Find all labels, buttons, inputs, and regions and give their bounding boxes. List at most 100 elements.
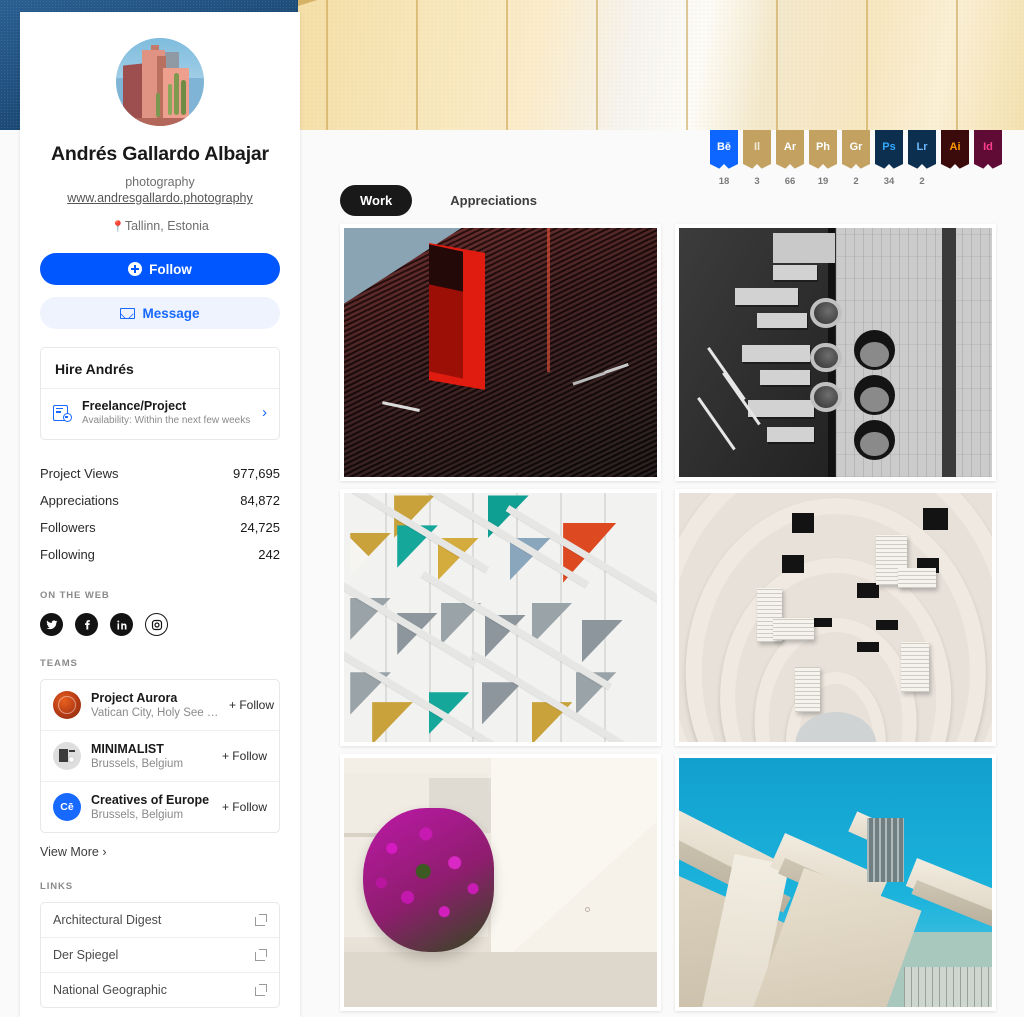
stat-label: Following [40,547,95,562]
hire-card: Hire Andrés Freelance/Project Availabili… [40,347,280,440]
ribbon-indesign[interactable]: Id [974,130,1002,192]
team-row[interactable]: Cē Creatives of Europe Brussels, Belgium… [41,782,279,832]
ribbon-illustrator[interactable]: Ai [941,130,969,192]
ribbon-count: 18 [718,176,730,187]
project-thumbnail [344,758,657,1007]
project-card-red-window-striped-facade[interactable] [340,224,661,481]
team-row[interactable]: Project Aurora Vatican City, Holy See (V… [41,680,279,731]
stat-value: 977,695 [233,466,280,481]
stat-label: Followers [40,520,96,535]
twitter-icon[interactable] [40,613,63,636]
external-link-icon [255,949,267,961]
instagram-icon[interactable] [145,613,168,636]
team-follow-button[interactable]: + Follow [222,800,267,814]
team-location: Vatican City, Holy See (V... [91,707,219,719]
ribbon-abbr: Ps [882,141,896,153]
ribbon-abbr: Lr [916,141,928,153]
ribbon-architecture[interactable]: Ar 66 [776,130,804,192]
facebook-icon[interactable] [75,613,98,636]
link-label: National Geographic [53,983,167,997]
team-avatar: Cē [53,793,81,821]
on-the-web-label: On the Web [40,590,110,601]
message-button-label: Message [142,305,200,321]
team-follow-button[interactable]: + Follow [229,698,274,712]
team-name: Creatives of Europe [91,793,210,807]
ribbon-photoshop[interactable]: Ps 34 [875,130,903,192]
ribbon-photography[interactable]: Ph 19 [809,130,837,192]
stat-value: 24,725 [240,520,280,535]
profile-sidebar: Andrés Gallardo Albajar photography www.… [20,12,300,1017]
hire-item-subtitle: Availability: Within the next few weeks [82,415,251,426]
project-grid [340,224,1000,1011]
view-more-label: View More [40,845,99,859]
links-label: Links [40,881,73,892]
stat-row: Following 242 [40,541,280,568]
team-location: Brussels, Belgium [91,809,184,821]
ribbon-abbr: Bē [716,141,732,153]
message-button[interactable]: Message [40,297,280,329]
project-card-brutalist-portholes-bw[interactable] [675,224,996,481]
team-row[interactable]: MINIMALIST Brussels, Belgium + Follow [41,731,279,782]
link-row[interactable]: Der Spiegel [41,938,279,973]
main-content: Bē 18 Il 3 Ar 66 Ph 19 Gr 2 Ps 34 Lr 2 A… [310,130,1024,1017]
ribbon-lightroom[interactable]: Lr 2 [908,130,936,192]
chevron-right-icon: › [262,404,267,421]
profile-website-link[interactable]: www.andresgallardo.photography [40,191,280,205]
external-link-icon [255,984,267,996]
profile-location-text: Tallinn, Estonia [124,219,209,233]
project-card-angular-travertine-roof-blue-sky[interactable] [675,754,996,1011]
tab-appreciations[interactable]: Appreciations [430,185,557,216]
teams-list: Project Aurora Vatican City, Holy See (V… [40,679,280,833]
stat-label: Project Views [40,466,119,481]
ribbon-count: 2 [919,176,925,187]
link-row[interactable]: Architectural Digest [41,903,279,938]
external-link-icon [255,914,267,926]
hire-freelance-row[interactable]: Freelance/Project Availability: Within t… [41,388,279,439]
team-name: MINIMALIST [91,742,164,756]
ribbon-abbr: Ph [815,141,831,153]
ribbon-abbr: Il [753,141,761,153]
ribbon-abbr: Ai [949,141,961,153]
ribbon-illustrator-legacy[interactable]: Il 3 [743,130,771,192]
team-avatar [53,742,81,770]
follow-button[interactable]: Follow [40,253,280,285]
hire-heading: Hire Andrés [55,361,134,377]
tab-work[interactable]: Work [340,185,413,216]
ribbon-count: 2 [853,176,859,187]
ribbon-abbr: Id [983,141,993,153]
team-avatar [53,691,81,719]
team-name: Project Aurora [91,691,178,705]
envelope-icon [120,307,136,319]
stat-value: 84,872 [240,493,280,508]
links-list: Architectural Digest Der Spiegel Nationa… [40,902,280,1008]
avatar[interactable] [116,38,204,126]
stat-row: Followers 24,725 [40,514,280,541]
stat-label: Appreciations [40,493,119,508]
team-follow-button[interactable]: + Follow [222,749,267,763]
team-location: Brussels, Belgium [91,758,184,770]
ribbon-count: 34 [883,176,895,187]
page-title: Andrés Gallardo Albajar [51,143,269,165]
stat-row: Project Views 977,695 [40,460,280,487]
banner-architecture-image [298,0,1024,130]
content-tabs: Work Appreciations [340,185,557,216]
link-row[interactable]: National Geographic [41,973,279,1007]
ribbon-abbr: Ar [783,141,797,153]
project-thumbnail [679,228,992,477]
link-label: Der Spiegel [53,948,119,962]
plus-circle-icon [128,262,143,276]
adobe-app-ribbons: Bē 18 Il 3 Ar 66 Ph 19 Gr 2 Ps 34 Lr 2 A… [310,130,1024,192]
linkedin-icon[interactable] [110,613,133,636]
ribbon-count: 3 [754,176,760,187]
stat-value: 242 [258,547,280,562]
ribbon-behance[interactable]: Bē 18 [710,130,738,192]
ribbon-graphic-design[interactable]: Gr 2 [842,130,870,192]
project-card-spiral-ramp-staircases[interactable] [675,489,996,746]
project-card-magenta-bougainvillea-white-wall[interactable] [340,754,661,1011]
ribbon-count: 66 [784,176,796,187]
project-card-colorful-triangular-window-facade[interactable] [340,489,661,746]
view-more-teams-button[interactable]: View More › [40,845,280,859]
link-label: Architectural Digest [53,913,162,927]
profile-occupation: photography [125,175,195,189]
teams-label: Teams [40,658,78,669]
